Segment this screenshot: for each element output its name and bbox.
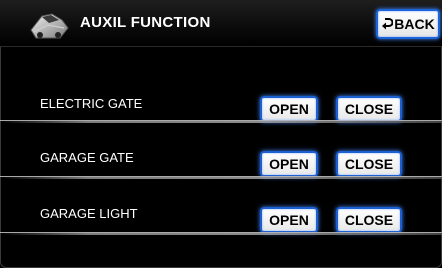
car-icon — [30, 13, 69, 39]
garage-light-open-button[interactable]: OPEN — [260, 207, 318, 233]
row-label-garage-light: GARAGE LIGHT — [40, 206, 138, 221]
back-button[interactable]: BACK — [376, 9, 440, 39]
page-title: AUXIL FUNCTION — [80, 14, 211, 31]
row-divider — [0, 120, 442, 123]
return-arrow-icon — [382, 18, 394, 30]
garage-gate-open-button[interactable]: OPEN — [260, 151, 318, 177]
row-divider — [0, 176, 442, 179]
back-label: BACK — [394, 16, 435, 32]
garage-light-close-button[interactable]: CLOSE — [336, 207, 402, 233]
row-label-electric-gate: ELECTRIC GATE — [40, 96, 143, 111]
garage-gate-close-button[interactable]: CLOSE — [336, 151, 402, 177]
electric-gate-close-button[interactable]: CLOSE — [336, 96, 402, 122]
row-divider — [0, 232, 442, 235]
header-bar: AUXIL FUNCTION BACK — [0, 0, 442, 47]
row-label-garage-gate: GARAGE GATE — [40, 150, 134, 165]
electric-gate-open-button[interactable]: OPEN — [260, 96, 318, 122]
